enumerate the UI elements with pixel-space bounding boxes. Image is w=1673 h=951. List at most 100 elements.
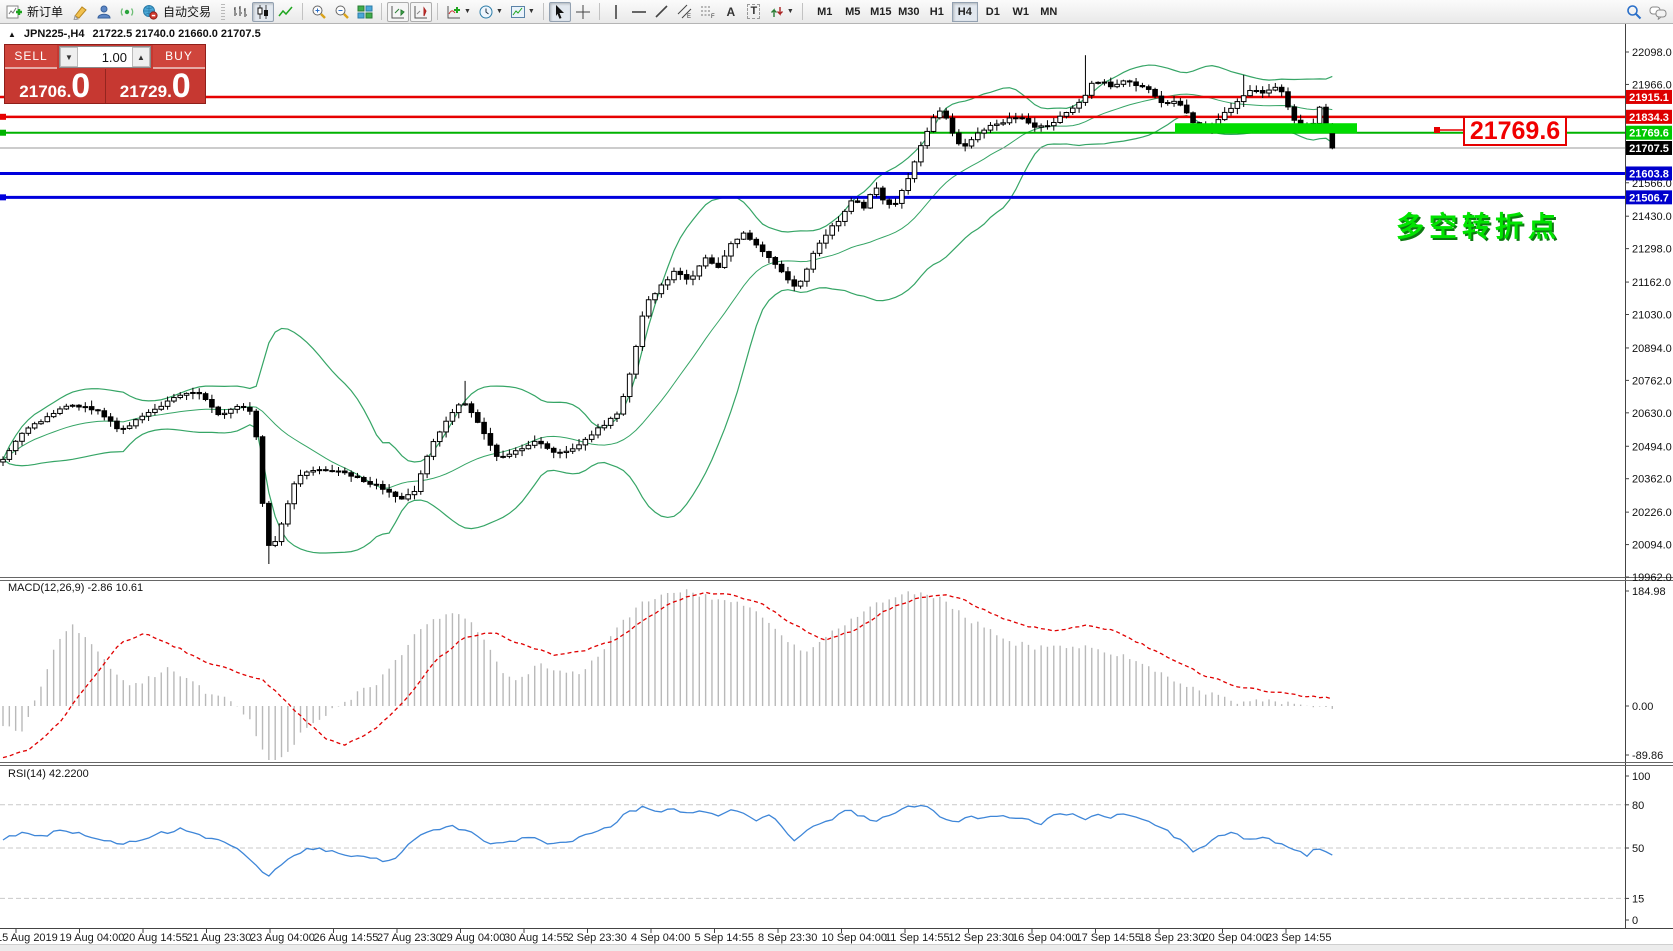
time-axis-label: 11 Sep 14:55: [885, 932, 950, 944]
one-click-trading-panel: SELL ▼ 1.00 ▲ BUY 21706 . 0 21729 . 0: [4, 44, 206, 104]
line-chart-button[interactable]: [275, 2, 297, 22]
templates-dropdown-caret: ▼: [528, 8, 535, 15]
callout-handle[interactable]: [1434, 127, 1440, 133]
main-toolbar: 新订单 自动交易: [0, 0, 1673, 24]
fibonacci-button[interactable]: F: [697, 2, 719, 22]
timeframe-d1[interactable]: D1: [980, 2, 1006, 22]
bottom-scroll-strip: [0, 944, 1673, 951]
timeframe-m30[interactable]: M30: [896, 2, 922, 22]
one-click-price-row: 21706 . 0 21729 . 0: [5, 69, 205, 103]
auto-scroll-button[interactable]: [387, 2, 409, 22]
signal-icon: [119, 4, 135, 20]
toolbar-grip: [221, 4, 225, 20]
bollinger-lower: [3, 116, 1332, 553]
timeframe-h4[interactable]: H4: [952, 2, 978, 22]
price-tick-label: 21298.0: [1632, 244, 1672, 256]
text-tool-button[interactable]: A: [720, 2, 742, 22]
label-tool-button[interactable]: T: [743, 2, 765, 22]
tile-windows-button[interactable]: [354, 2, 376, 22]
zoom-in-icon: [311, 4, 327, 20]
price-tick-label: 19962.0: [1632, 572, 1672, 584]
time-axis-label: 2 Sep 23:30: [568, 932, 627, 944]
auto-trading-icon: [142, 4, 158, 20]
time-axis-label: 4 Sep 04:00: [631, 932, 690, 944]
volume-input[interactable]: 1.00: [78, 47, 132, 67]
profile-button[interactable]: [93, 2, 115, 22]
toolbar-separator: [381, 3, 382, 20]
time-axis-label: 26 Aug 14:55: [314, 932, 379, 944]
timeframe-m1[interactable]: M1: [812, 2, 838, 22]
channel-button[interactable]: E: [674, 2, 696, 22]
chart-collapse-arrow[interactable]: ▲: [8, 30, 16, 39]
indicators-button[interactable]: ▼: [443, 2, 474, 22]
time-axis-label: 21 Aug 23:30: [187, 932, 252, 944]
cursor-button[interactable]: [549, 2, 571, 22]
chart-canvas: 22098.021966.021566.021430.021298.021162…: [0, 0, 1673, 951]
horizontal-line-button[interactable]: [628, 2, 650, 22]
turning-point-note[interactable]: 多空转折点: [1396, 205, 1561, 245]
volume-increase-button[interactable]: ▲: [132, 47, 150, 67]
timeframe-mn[interactable]: MN: [1036, 2, 1062, 22]
auto-trading-button[interactable]: 自动交易: [139, 2, 217, 22]
channel-icon: E: [677, 4, 693, 20]
chat-button[interactable]: [1646, 2, 1670, 22]
support-highlight-bar[interactable]: [1175, 123, 1357, 133]
signal-button[interactable]: [116, 2, 138, 22]
volume-decrease-button[interactable]: ▼: [60, 47, 78, 67]
buy-price[interactable]: 21729 . 0: [105, 69, 206, 103]
timeframe-m5[interactable]: M5: [840, 2, 866, 22]
buy-price-main: 21729: [120, 83, 167, 100]
new-order-button[interactable]: 新订单: [3, 2, 69, 22]
hline-handle[interactable]: [0, 194, 6, 200]
buy-button[interactable]: BUY: [153, 45, 205, 69]
highlighter-button[interactable]: [70, 2, 92, 22]
macd-scale-label: 184.98: [1632, 586, 1666, 598]
time-axis-label: 20 Aug 14:55: [123, 932, 188, 944]
price-badge-label: 21603.8: [1629, 168, 1669, 180]
chart-shift-icon: [413, 4, 429, 20]
chart-shift-button[interactable]: [410, 2, 432, 22]
crosshair-button[interactable]: [572, 2, 594, 22]
price-tick-label: 21030.0: [1632, 310, 1672, 322]
vertical-line-button[interactable]: [605, 2, 627, 22]
sell-button[interactable]: SELL: [5, 45, 57, 69]
price-tick-label: 20894.0: [1632, 343, 1672, 355]
rsi-label: RSI(14) 42.2200: [8, 768, 89, 780]
time-axis-label: 29 Aug 04:00: [441, 932, 506, 944]
fibonacci-icon: F: [700, 4, 716, 20]
search-button[interactable]: [1623, 2, 1645, 22]
time-axis-label: 12 Sep 23:30: [949, 932, 1014, 944]
price-tick-label: 21966.0: [1632, 79, 1672, 91]
hline-handle[interactable]: [0, 130, 6, 136]
timeframe-h1[interactable]: H1: [924, 2, 950, 22]
trendline-button[interactable]: [651, 2, 673, 22]
zoom-in-button[interactable]: [308, 2, 330, 22]
zoom-out-button[interactable]: [331, 2, 353, 22]
price-tick-label: 20630.0: [1632, 408, 1672, 420]
candlestick-chart-button[interactable]: [252, 2, 274, 22]
sell-price[interactable]: 21706 . 0: [5, 69, 105, 103]
templates-button[interactable]: ▼: [507, 2, 538, 22]
highlighter-icon: [73, 4, 89, 20]
rsi-scale-label: 50: [1632, 843, 1644, 855]
price-scale: 22098.021966.021566.021430.021298.021162…: [1625, 47, 1672, 584]
timeframe-w1[interactable]: W1: [1008, 2, 1034, 22]
cursor-icon: [552, 4, 568, 20]
toolbar-separator: [302, 3, 303, 20]
ohlc-bars-icon: [232, 4, 248, 20]
price-tick-label: 20762.0: [1632, 375, 1672, 387]
bar-chart-button[interactable]: [229, 2, 251, 22]
horizontal-lines: [0, 97, 1625, 200]
hline-handle[interactable]: [0, 114, 6, 120]
periods-button[interactable]: ▼: [475, 2, 506, 22]
timeframe-m15[interactable]: M15: [868, 2, 894, 22]
periods-dropdown-caret: ▼: [496, 8, 503, 15]
time-axis-label: 19 Aug 04:00: [60, 932, 125, 944]
arrows-tool-button[interactable]: ▼: [766, 2, 797, 22]
macd-label: MACD(12,26,9) -2.86 10.61: [8, 582, 143, 594]
price-callout-box[interactable]: 21769.6: [1463, 116, 1567, 146]
time-axis-label: 20 Sep 04:00: [1203, 932, 1268, 944]
price-tick-label: 20226.0: [1632, 507, 1672, 519]
price-tick-label: 20094.0: [1632, 540, 1672, 552]
price-tick-label: 21162.0: [1632, 277, 1671, 289]
